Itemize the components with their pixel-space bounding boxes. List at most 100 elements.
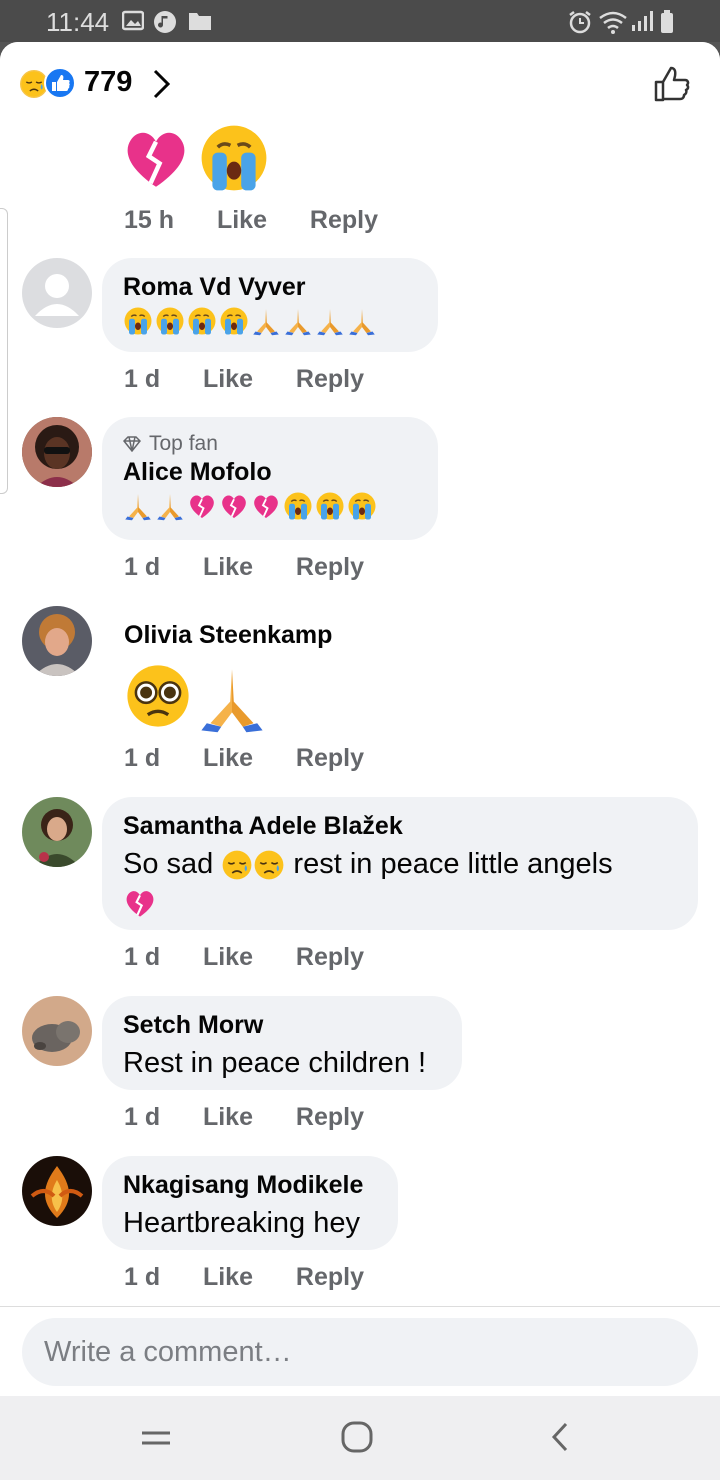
music-icon [154, 11, 176, 33]
image-icon [122, 10, 144, 31]
badge-label: Top fan [149, 432, 218, 455]
praying-hands-icon [315, 306, 345, 336]
comment-meta: 1 d Like Reply [124, 744, 364, 773]
reaction-count[interactable]: 779 [84, 66, 132, 99]
crying-face-icon [315, 491, 345, 521]
comments-sheet: 779 15 h Like Reply Roma Vd Vyver 1 d Li… [0, 42, 720, 1396]
comment-meta: 15 h Like Reply [124, 206, 378, 235]
top-fan-badge: Top fan [123, 431, 418, 457]
commenter-name[interactable]: Alice Mofolo [123, 457, 418, 487]
comment-time: 1 d [124, 1263, 161, 1291]
like-link[interactable]: Like [203, 744, 289, 773]
like-link[interactable]: Like [217, 206, 303, 235]
broken-heart-icon [123, 886, 157, 920]
comment-text-part: rest in peace little angels [293, 848, 613, 880]
comment-text: So sad rest in peace little angels [123, 845, 678, 921]
avatar[interactable] [22, 797, 92, 867]
recent-apps-icon[interactable] [140, 1426, 172, 1450]
reply-link[interactable]: Reply [296, 1103, 364, 1132]
comment-time: 1 d [124, 365, 161, 393]
like-link[interactable]: Like [203, 553, 289, 582]
scrollbar[interactable] [0, 208, 8, 494]
wifi-icon [599, 11, 627, 34]
pleading-face-icon [124, 662, 192, 730]
broken-heart-icon [187, 491, 217, 521]
like-reaction-icon[interactable] [44, 67, 76, 99]
comment-bubble[interactable]: Nkagisang Modikele Heartbreaking hey [102, 1156, 398, 1250]
crying-face-icon [283, 491, 313, 521]
praying-hands-icon [196, 662, 268, 734]
comment-meta: 1 d Like Reply [124, 1263, 364, 1292]
status-bar: 11:44 [0, 0, 720, 42]
reply-link[interactable]: Reply [310, 206, 378, 235]
comment-time: 1 d [124, 553, 161, 581]
home-icon[interactable] [340, 1420, 374, 1454]
comment-time: 15 h [124, 206, 175, 234]
praying-hands-icon [123, 491, 153, 521]
comment-input[interactable] [22, 1318, 698, 1386]
reply-link[interactable]: Reply [296, 365, 364, 394]
comment-bubble[interactable]: Top fan Alice Mofolo [102, 417, 438, 540]
comment-text-part: So sad [123, 848, 214, 880]
sad-face-icon [253, 849, 285, 881]
praying-hands-icon [283, 306, 313, 336]
comment-emoji-row [120, 122, 270, 194]
commenter-name[interactable]: Samantha Adele Blažek [123, 811, 678, 841]
crying-face-icon [219, 306, 249, 336]
chevron-right-icon[interactable] [150, 68, 172, 100]
like-button-icon[interactable] [652, 64, 692, 104]
like-link[interactable]: Like [203, 365, 289, 394]
comment-emojis [124, 662, 332, 734]
reply-link[interactable]: Reply [296, 1263, 364, 1292]
comment-body[interactable]: Olivia Steenkamp [124, 620, 332, 734]
broken-heart-icon [251, 491, 281, 521]
signal-icon [632, 11, 653, 31]
commenter-name[interactable]: Roma Vd Vyver [123, 272, 418, 302]
crying-face-icon [347, 491, 377, 521]
reactions-header: 779 [0, 42, 720, 122]
crying-face-icon [123, 306, 153, 336]
avatar[interactable] [22, 606, 92, 676]
commenter-name[interactable]: Setch Morw [123, 1010, 442, 1040]
comment-time: 1 d [124, 943, 161, 971]
broken-heart-icon [219, 491, 249, 521]
comment-text: Rest in peace children ! [123, 1047, 427, 1079]
comment-meta: 1 d Like Reply [124, 943, 364, 972]
comment-bubble[interactable]: Roma Vd Vyver [102, 258, 438, 352]
comment-composer [0, 1306, 720, 1396]
comment-meta: 1 d Like Reply [124, 1103, 364, 1132]
crying-face-icon [198, 122, 270, 194]
praying-hands-icon [155, 491, 185, 521]
diamond-icon [123, 436, 141, 452]
avatar[interactable] [22, 1156, 92, 1226]
back-icon[interactable] [548, 1420, 572, 1454]
like-link[interactable]: Like [203, 943, 289, 972]
reply-link[interactable]: Reply [296, 553, 364, 582]
comment-bubble[interactable]: Setch Morw Rest in peace children ! [102, 996, 462, 1090]
comment-time: 1 d [124, 1103, 161, 1131]
reply-link[interactable]: Reply [296, 943, 364, 972]
comment-emojis [123, 491, 418, 521]
status-time: 11:44 [46, 7, 110, 37]
broken-heart-icon [120, 122, 192, 194]
comment-bubble[interactable]: Samantha Adele Blažek So sad rest in pea… [102, 797, 698, 930]
avatar[interactable] [22, 258, 92, 328]
comment-meta: 1 d Like Reply [124, 365, 364, 394]
battery-icon [661, 10, 673, 33]
comment-emojis [123, 306, 418, 336]
reply-link[interactable]: Reply [296, 744, 364, 773]
crying-face-icon [187, 306, 217, 336]
commenter-name[interactable]: Nkagisang Modikele [123, 1170, 378, 1200]
crying-face-icon [155, 306, 185, 336]
avatar[interactable] [22, 996, 92, 1066]
alarm-icon [569, 11, 591, 34]
like-link[interactable]: Like [203, 1263, 289, 1292]
avatar[interactable] [22, 417, 92, 487]
folder-icon [189, 13, 211, 30]
praying-hands-icon [251, 306, 281, 336]
comment-time: 1 d [124, 744, 161, 772]
like-link[interactable]: Like [203, 1103, 289, 1132]
system-nav-bar [0, 1396, 720, 1480]
commenter-name[interactable]: Olivia Steenkamp [124, 620, 332, 650]
sad-face-icon [221, 849, 253, 881]
